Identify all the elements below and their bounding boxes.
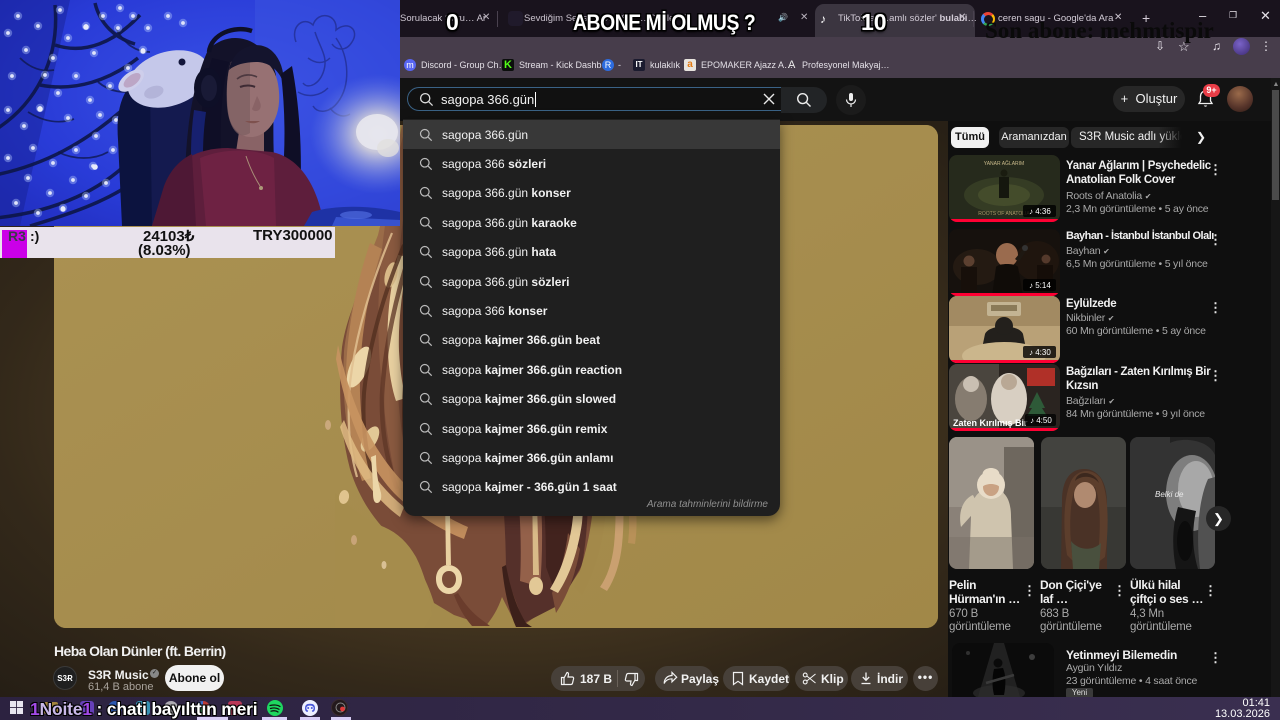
svg-text:♪ 4:36: ♪ 4:36	[1029, 207, 1051, 216]
svg-text:♪ 5:14: ♪ 5:14	[1029, 281, 1051, 290]
svg-text:ROOTS OF ANATOLIA: ROOTS OF ANATOLIA	[978, 211, 1030, 217]
svg-text:Belki de: Belki de	[1155, 490, 1184, 499]
svg-text:♪ 4:30: ♪ 4:30	[1029, 348, 1051, 357]
svg-text:♪ 4:50: ♪ 4:50	[1030, 416, 1052, 425]
svg-text:Zaten Kırılmış Bir: Zaten Kırılmış Bir	[953, 418, 1028, 428]
svg-text:YANAR AĞLARIM: YANAR AĞLARIM	[984, 160, 1024, 167]
